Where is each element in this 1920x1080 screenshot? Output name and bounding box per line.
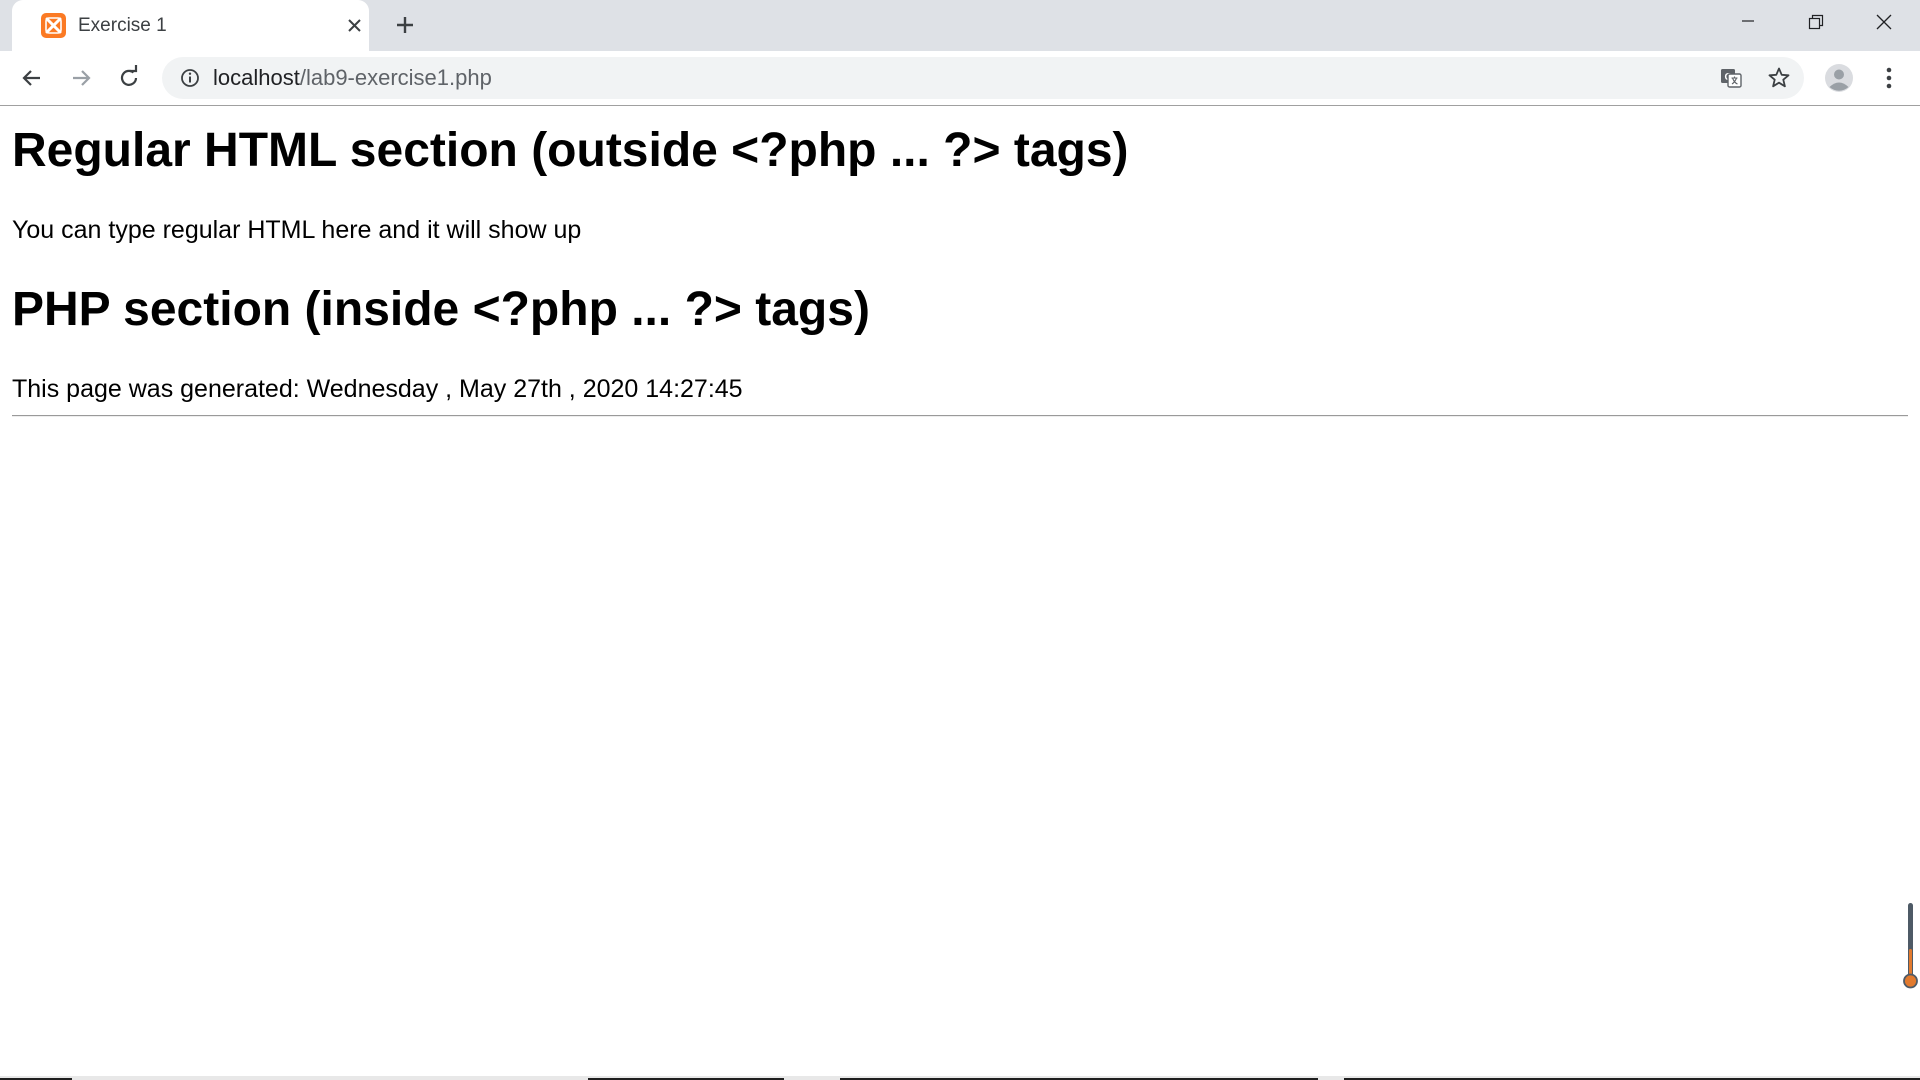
browser-window: Exercise 1 localhost/lab9-exercise1.php … [0,0,1920,1080]
back-button[interactable] [15,61,49,95]
close-icon [1876,14,1892,30]
translate-icon[interactable]: G [1718,65,1744,91]
generated-timestamp-text: This page was generated: Wednesday , May… [12,375,743,403]
tab-strip: Exercise 1 [0,0,1920,51]
horizontal-rule [12,415,1908,417]
tab-close-icon[interactable] [342,13,367,38]
tab-title: Exercise 1 [78,15,167,36]
heading-html-section: Regular HTML section (outside <?php ... … [12,124,1129,177]
minimize-button[interactable] [1714,0,1782,45]
url-path: /lab9-exercise1.php [299,65,492,90]
address-bar[interactable]: localhost/lab9-exercise1.php G [162,57,1804,99]
xampp-icon [41,13,66,38]
kebab-menu-icon[interactable] [1872,61,1906,95]
url-host: localhost [213,65,300,90]
reload-button[interactable] [112,61,146,95]
restore-icon [1808,14,1824,30]
window-close-button[interactable] [1850,0,1918,45]
star-icon[interactable] [1766,65,1792,91]
tab-exercise-1[interactable]: Exercise 1 [12,0,369,51]
url-text[interactable]: localhost/lab9-exercise1.php [213,66,492,90]
side-handle-icon[interactable] [1902,901,1918,991]
avatar-icon[interactable] [1822,61,1856,95]
page-content: Regular HTML section (outside <?php ... … [0,106,1920,1080]
minimize-icon [1742,20,1754,22]
forward-button[interactable] [64,61,98,95]
restore-button[interactable] [1782,0,1850,45]
taskbar-edge [0,1076,1920,1080]
info-icon[interactable] [178,66,202,90]
arrow-right-icon [73,70,91,86]
reload-icon [120,65,138,86]
heading-php-section: PHP section (inside <?php ... ?> tags) [12,283,870,336]
browser-toolbar: localhost/lab9-exercise1.php G [0,51,1920,106]
arrow-left-icon [22,70,40,86]
html-section-text: You can type regular HTML here and it wi… [12,216,582,244]
plus-icon[interactable] [390,10,420,40]
